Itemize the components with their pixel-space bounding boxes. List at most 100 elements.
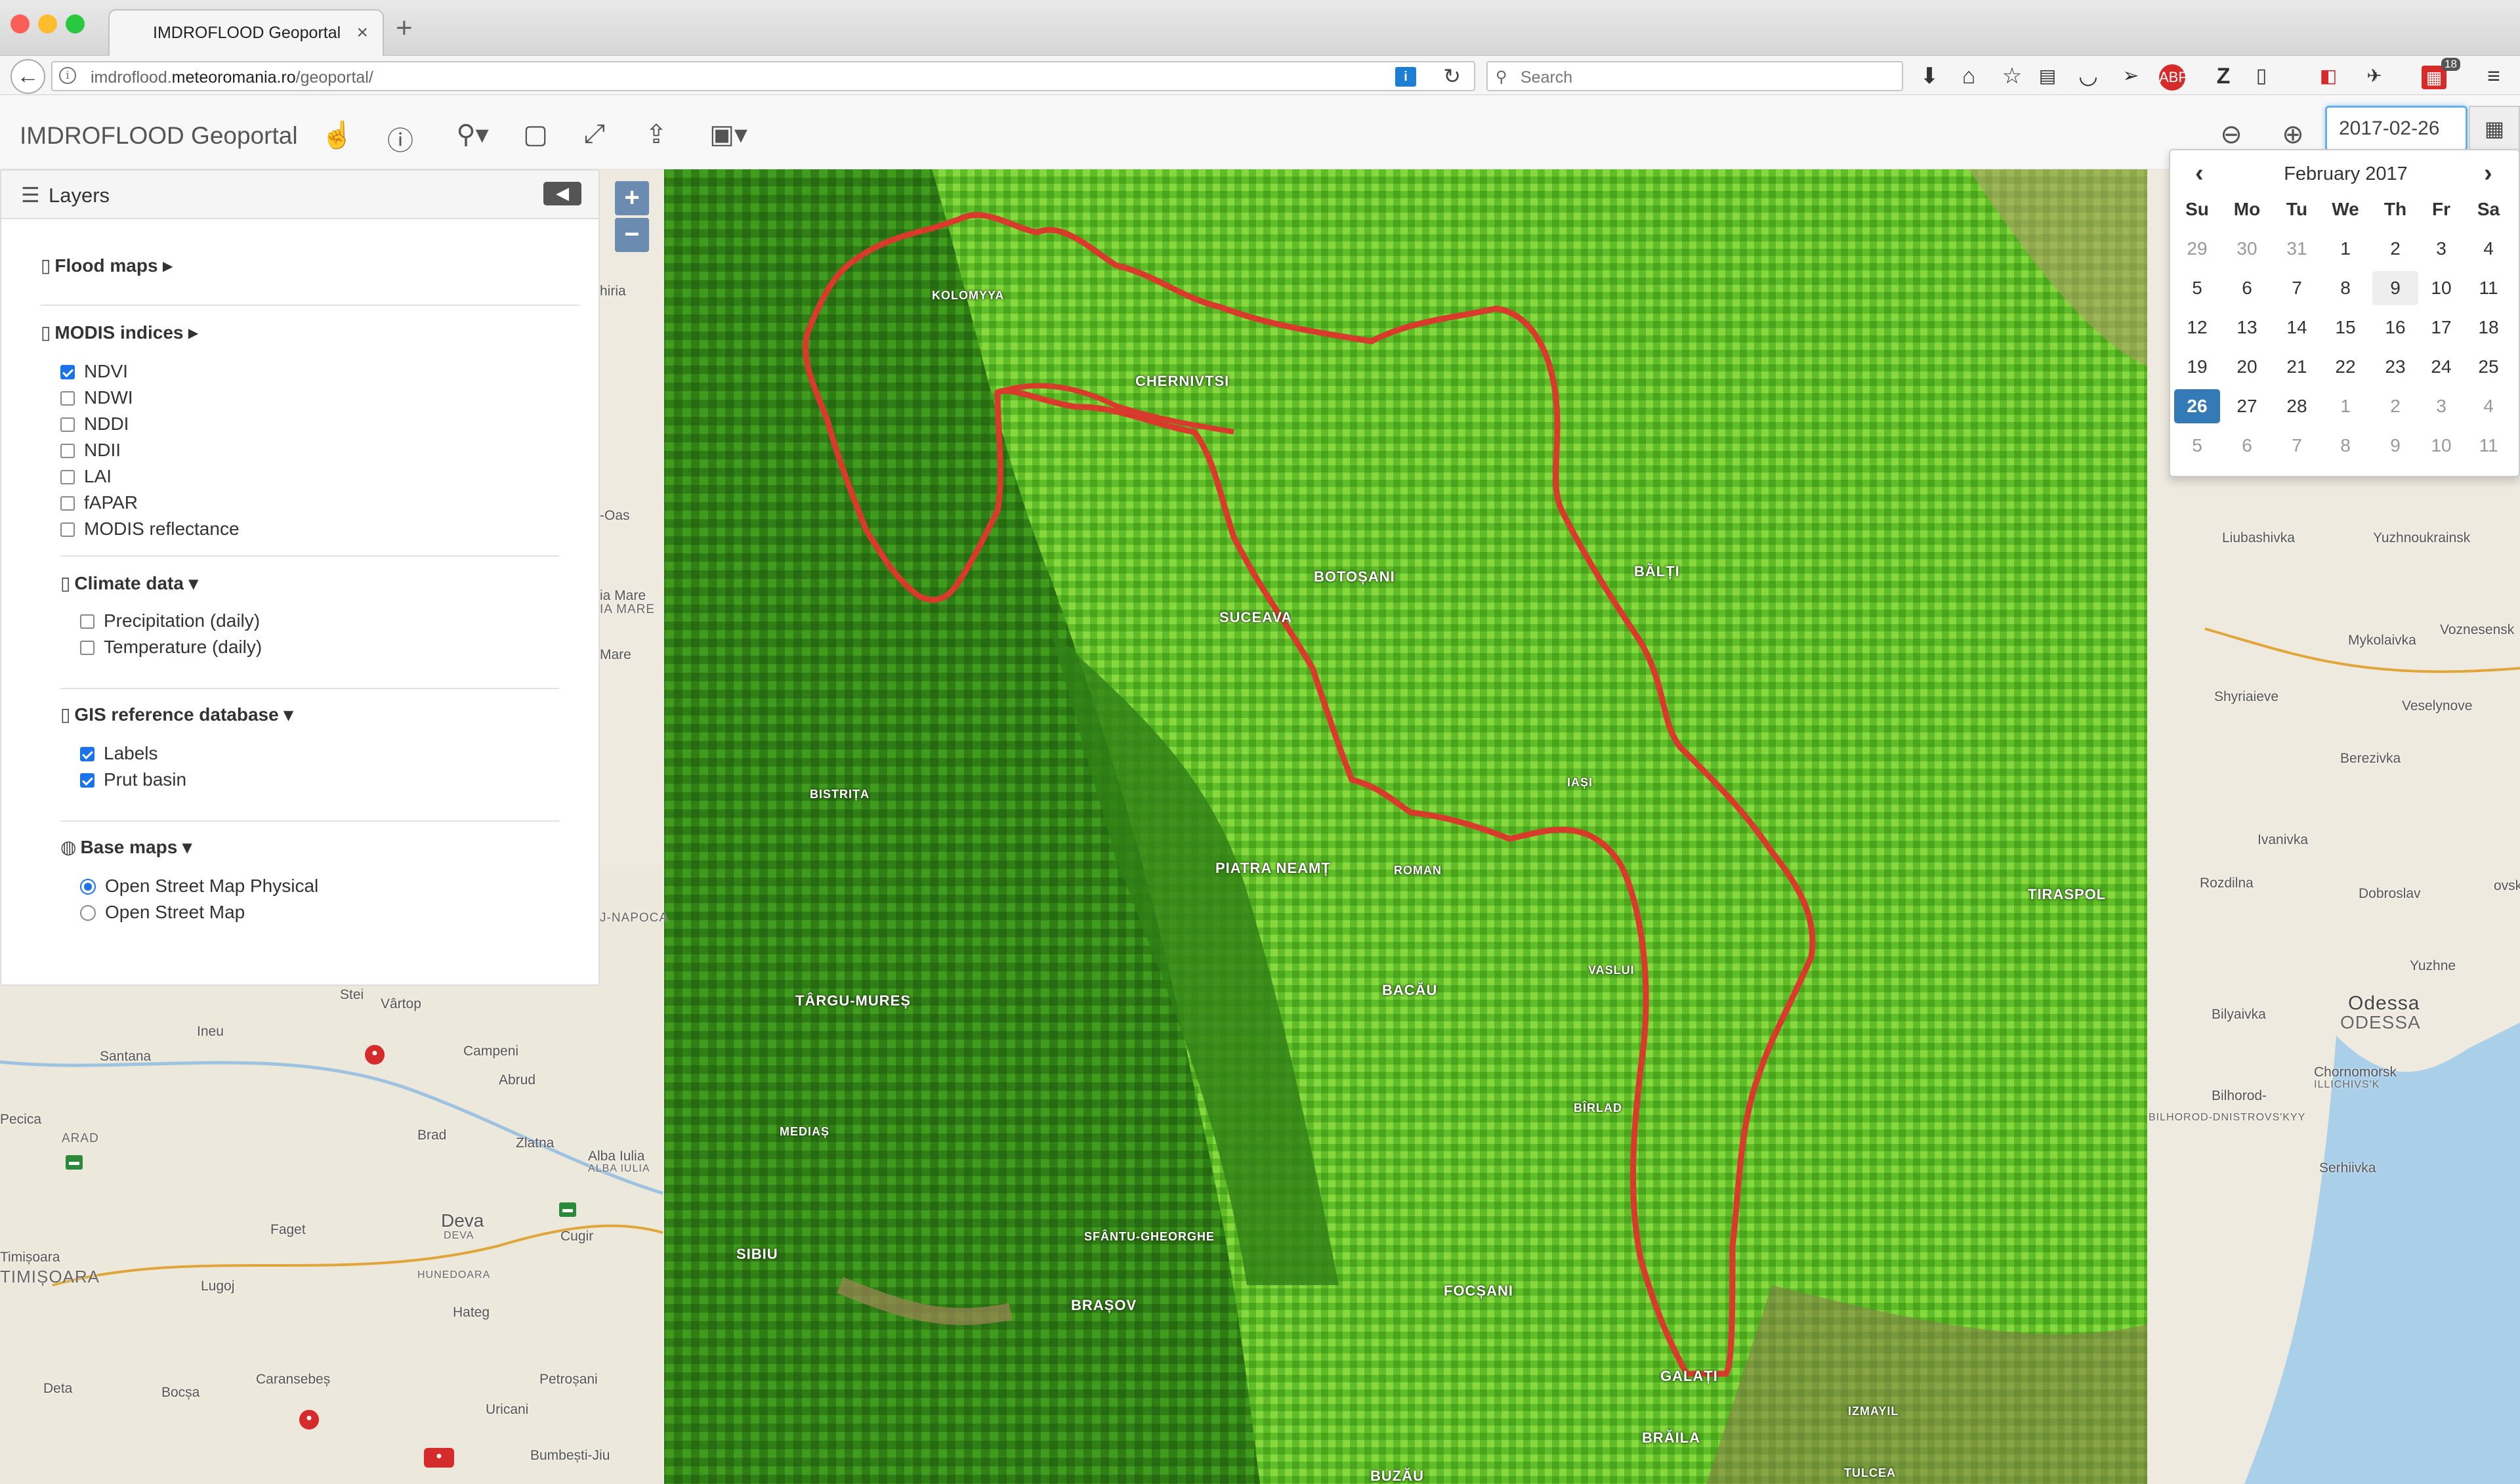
calendar-day[interactable]: 31 [2274,232,2320,266]
extension-icon[interactable]: ◧ [2314,63,2343,89]
calendar-day[interactable]: 19 [2174,350,2220,384]
close-window-icon[interactable] [10,14,30,33]
calendar-day[interactable]: 6 [2224,429,2270,463]
browser-search-box[interactable]: ⚲ Search [1486,61,1903,91]
datepicker-month[interactable]: February 2017 [2170,163,2520,185]
calendar-day[interactable]: 22 [2322,350,2368,384]
calendar-day[interactable]: 9 [2372,271,2418,305]
calendar-day[interactable]: 7 [2274,271,2320,305]
calendar-day[interactable]: 4 [2466,389,2511,423]
hamburger-menu-icon[interactable]: ≡ [2479,63,2508,89]
checkbox[interactable] [60,417,75,432]
bookmarks-list-icon[interactable]: ▤ [2033,63,2062,89]
layer-nddi[interactable]: NDDI [60,413,129,435]
calendar-day[interactable]: 5 [2174,429,2220,463]
calendar-day[interactable]: 29 [2174,232,2220,266]
group-modis-indices[interactable]: ▯ MODIS indices ▸ [41,322,198,343]
app-brand[interactable]: IMDROFLOOD Geoportal [20,122,298,150]
calendar-day[interactable]: 27 [2224,389,2270,423]
calendar-day[interactable]: 30 [2224,232,2270,266]
upload-icon[interactable]: ⇪ [638,119,675,150]
calendar-day[interactable]: 2 [2372,232,2418,266]
calendar-day[interactable]: 21 [2274,350,2320,384]
calendar-day[interactable]: 8 [2322,271,2368,305]
checkbox[interactable] [60,444,75,458]
group-climate-data[interactable]: ▯ Climate data ▾ [60,572,198,594]
checkbox[interactable] [60,522,75,537]
addon-icon[interactable]: ✈ [2360,63,2389,89]
info-icon[interactable]: ⓘ [382,119,419,158]
calendar-day[interactable]: 1 [2322,389,2368,423]
calendar-day[interactable]: 6 [2224,271,2270,305]
checkbox[interactable] [60,391,75,406]
calendar-day[interactable]: 8 [2322,429,2368,463]
layer-ndwi[interactable]: NDWI [60,387,133,408]
minimize-window-icon[interactable] [38,14,57,33]
tab-close-icon[interactable]: × [356,11,368,55]
checkbox[interactable] [60,365,75,379]
layer-modis-reflectance[interactable]: MODIS reflectance [60,519,240,540]
checkbox[interactable] [80,641,94,655]
calendar-day[interactable]: 28 [2274,389,2320,423]
calendar-day[interactable]: 13 [2224,310,2270,345]
url-bar[interactable]: i imdroflood.meteoromania.ro/geoportal/ … [51,61,1475,91]
zoom-out-button[interactable]: − [615,218,649,252]
checkbox[interactable] [80,614,94,629]
calendar-day[interactable]: 3 [2418,232,2464,266]
calendar-day[interactable]: 25 [2466,350,2511,384]
calendar-day[interactable]: 11 [2466,429,2511,463]
calendar-day[interactable]: 10 [2418,271,2464,305]
layer-labels[interactable]: Labels [80,743,158,764]
reader-view-icon[interactable]: i [1395,67,1416,87]
layer-lai[interactable]: LAI [60,466,112,487]
next-month-icon[interactable]: › [2484,159,2492,188]
zotero-icon[interactable]: Z [2209,63,2238,89]
pocket-icon[interactable]: ◡ [2074,63,2103,89]
zoom-in-button[interactable]: + [615,181,649,215]
calendar-day[interactable]: 3 [2418,389,2464,423]
pan-hand-icon[interactable]: ☝ [319,119,356,150]
adblock-icon[interactable]: ABP [2159,64,2188,91]
layer-ndii[interactable]: NDII [60,440,121,461]
save-dropdown-icon[interactable]: ▣▾ [702,119,755,150]
checkbox[interactable] [60,470,75,484]
basemap-osm[interactable]: Open Street Map [80,902,245,923]
basemap-osm-physical[interactable]: Open Street Map Physical [80,876,318,897]
calendar-day[interactable]: 24 [2418,350,2464,384]
calendar-day[interactable]: 7 [2274,429,2320,463]
checkbox[interactable] [80,773,94,788]
back-arrow-icon[interactable]: ← [10,59,45,94]
date-input[interactable]: 2017-02-26 [2325,106,2468,152]
fullscreen-icon[interactable]: ⤢ [576,119,613,149]
calendar-day[interactable]: 16 [2372,310,2418,345]
calendar-day[interactable]: 23 [2372,350,2418,384]
group-base-maps[interactable]: ◍ Base maps ▾ [60,836,192,858]
layer-ndvi[interactable]: NDVI [60,361,128,382]
calendar-day[interactable]: 14 [2274,310,2320,345]
calendar-day[interactable]: 4 [2466,232,2511,266]
radio[interactable] [80,879,96,895]
reload-icon[interactable]: ↻ [1443,64,1461,89]
new-tab-button[interactable]: + [396,12,413,45]
group-gis-reference[interactable]: ▯ GIS reference database ▾ [60,704,293,725]
layer-fapar[interactable]: fAPAR [60,492,138,513]
browser-tab[interactable]: IMDROFLOOD Geoportal × [108,9,384,56]
collapse-panel-button[interactable]: ◀ [543,182,581,205]
calendar-day[interactable]: 5 [2174,271,2220,305]
calendar-day[interactable]: 10 [2418,429,2464,463]
calendar-day[interactable]: 15 [2322,310,2368,345]
calendar-day[interactable]: 17 [2418,310,2464,345]
calendar-day[interactable]: 11 [2466,271,2511,305]
previous-date-icon[interactable]: ⊖ [2213,119,2250,150]
zoom-window-icon[interactable] [66,14,85,33]
checkbox[interactable] [80,747,94,761]
calendar-icon[interactable]: ▦ [2469,106,2520,152]
layer-temperature[interactable]: Temperature (daily) [80,637,262,658]
group-flood-maps[interactable]: ▯ Flood maps ▸ [41,255,172,276]
next-date-icon[interactable]: ⊕ [2275,119,2311,150]
home-icon[interactable]: ⌂ [1954,63,1983,89]
selected-day[interactable]: 26 [2174,389,2220,423]
calendar-day[interactable]: 20 [2224,350,2270,384]
download-icon[interactable]: ⬇ [1915,63,1944,89]
bookmark-star-icon[interactable]: ☆ [1998,63,2026,89]
